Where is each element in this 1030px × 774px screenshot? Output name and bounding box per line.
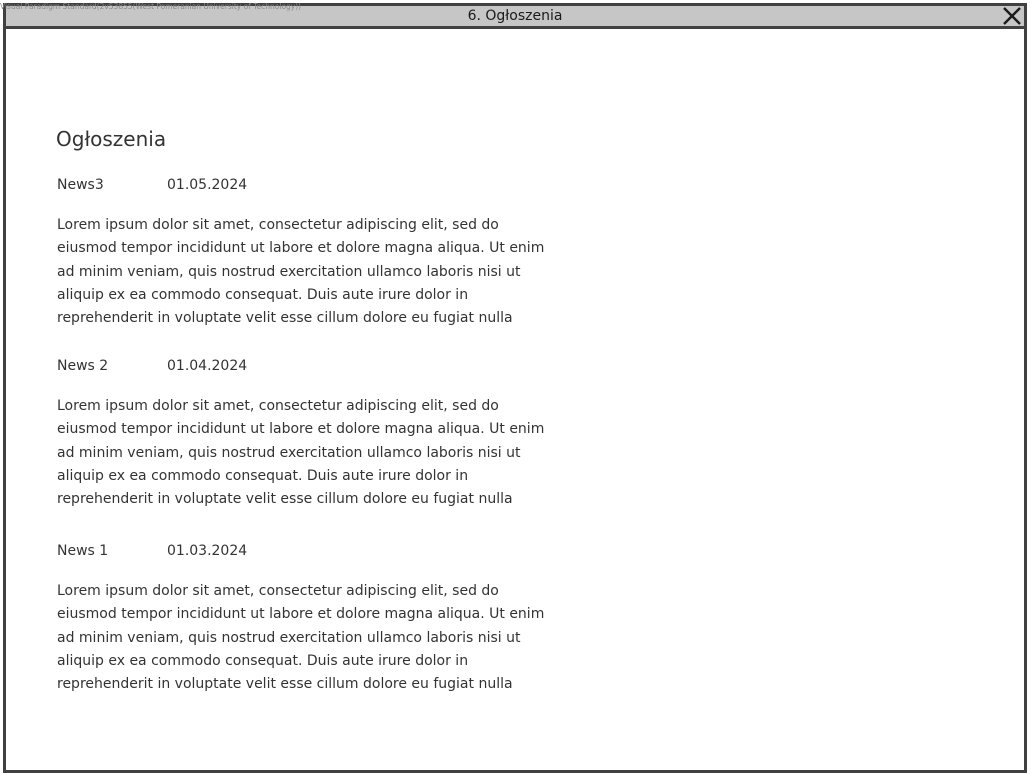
close-icon — [1003, 7, 1021, 25]
news-title: News 2 — [57, 358, 109, 374]
news-item: News 1 01.03.2024 Lorem ipsum dolor sit … — [56, 543, 576, 692]
news-body-line: eiusmod tempor incididunt ut labore et d… — [57, 606, 545, 623]
news-body: Lorem ipsum dolor sit amet, consectetur … — [57, 214, 557, 330]
news-body-line: eiusmod tempor incididunt ut labore et d… — [57, 421, 545, 438]
news-item: News3 01.05.2024 Lorem ipsum dolor sit a… — [56, 177, 576, 326]
news-title: News 1 — [57, 543, 109, 559]
news-date: 01.03.2024 — [167, 543, 248, 559]
news-body-line: Lorem ipsum dolor sit amet, consectetur … — [57, 398, 499, 414]
window-frame: 6. Ogłoszenia Ogłoszenia News3 01.05.202… — [3, 3, 1027, 773]
news-header: News3 01.05.2024 — [56, 177, 576, 197]
news-body-line: ad minim veniam, quis nostrud exercitati… — [57, 629, 521, 646]
news-body-line: ad minim veniam, quis nostrud exercitati… — [57, 263, 521, 280]
news-body: Lorem ipsum dolor sit amet, consectetur … — [57, 580, 557, 696]
watermark-text: Visual Paradigm Standard(2v53855(West Po… — [0, 2, 302, 11]
news-date: 01.05.2024 — [167, 177, 248, 193]
news-body-line: aliquip ex ea commodo consequat. Duis au… — [57, 286, 469, 303]
close-button[interactable] — [1002, 7, 1022, 25]
news-header: News 1 01.03.2024 — [56, 543, 576, 563]
news-body: Lorem ipsum dolor sit amet, consectetur … — [57, 395, 557, 511]
news-item: News 2 01.04.2024 Lorem ipsum dolor sit … — [56, 358, 576, 507]
news-body-line: Lorem ipsum dolor sit amet, consectetur … — [57, 583, 499, 599]
news-body-line: aliquip ex ea commodo consequat. Duis au… — [57, 652, 469, 669]
page-title: Ogłoszenia — [56, 127, 167, 151]
news-body-line: reprehenderit in voluptate velit esse ci… — [57, 676, 513, 693]
news-body-line: reprehenderit in voluptate velit esse ci… — [57, 491, 513, 508]
news-body-line: eiusmod tempor incididunt ut labore et d… — [57, 240, 545, 257]
news-body-line: aliquip ex ea commodo consequat. Duis au… — [57, 467, 469, 484]
news-body-line: Lorem ipsum dolor sit amet, consectetur … — [57, 217, 499, 233]
news-title: News3 — [57, 177, 104, 193]
news-body-line: reprehenderit in voluptate velit esse ci… — [57, 310, 513, 327]
news-date: 01.04.2024 — [167, 358, 248, 374]
news-body-line: ad minim veniam, quis nostrud exercitati… — [57, 444, 521, 461]
news-header: News 2 01.04.2024 — [56, 358, 576, 378]
